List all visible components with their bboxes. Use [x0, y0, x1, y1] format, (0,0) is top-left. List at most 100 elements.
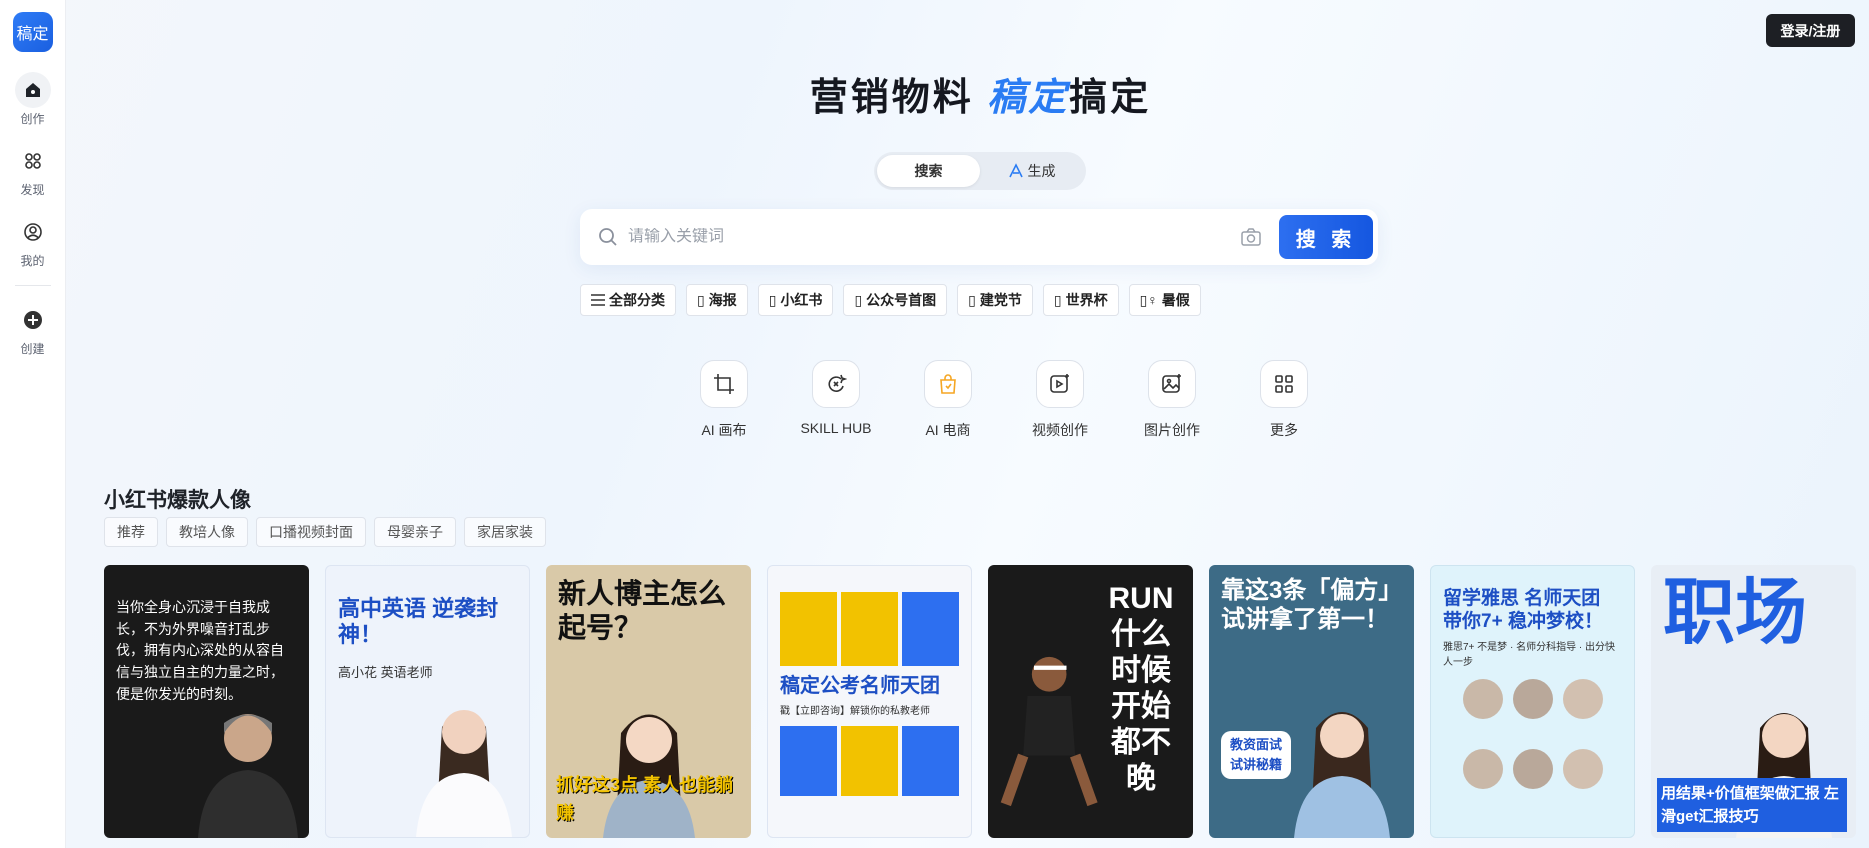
- avatar: [1512, 748, 1553, 789]
- portrait-row: [1443, 678, 1622, 719]
- portrait-tile: [902, 725, 959, 796]
- tag-mother-baby[interactable]: 母婴亲子: [374, 517, 456, 547]
- title-accent: 稿定: [987, 77, 1070, 119]
- sidebar-item-new[interactable]: 创建: [15, 302, 51, 357]
- search-button[interactable]: 搜 索: [1279, 215, 1373, 259]
- category-chips: 全部分类 ▯ 海报 ▯ 小红书 ▯ 公众号首图 ▯ 建党节 ▯ 世界杯 ▯♀ 暑假: [580, 284, 1201, 316]
- tool-video[interactable]: 视频创作: [1004, 360, 1116, 440]
- search-input[interactable]: [628, 228, 1231, 246]
- template-card[interactable]: 稿定公考名师天团 戳【立即咨询】解锁你的私教老师: [767, 565, 972, 838]
- tag-education-portrait[interactable]: 教培人像: [166, 517, 248, 547]
- plus-icon: [15, 302, 51, 338]
- avatar: [1462, 678, 1503, 719]
- chip-all-categories[interactable]: 全部分类: [580, 284, 676, 316]
- chip-glyph-icon: ▯: [1053, 291, 1062, 308]
- card-title: 职场: [1663, 573, 1808, 653]
- card-text: 戳【立即咨询】解锁你的私教老师: [780, 706, 930, 717]
- tool-label: AI 画布: [701, 422, 747, 438]
- avatar: [1562, 748, 1603, 789]
- tool-image[interactable]: 图片创作: [1116, 360, 1228, 440]
- template-card[interactable]: 当你全身心沉浸于自我成长，不为外界噪音打乱步伐，拥有内心深处的从容自信与独立自主…: [104, 565, 309, 838]
- chip-label: 公众号首图: [866, 292, 937, 308]
- chip-label: 世界杯: [1065, 292, 1108, 308]
- search-icon: [599, 228, 617, 246]
- card-text: 高小花 英语老师: [338, 664, 433, 680]
- section-title: 小红书爆款人像: [104, 489, 251, 512]
- template-card[interactable]: RUN 什么时候 开始 都不晚: [988, 565, 1193, 838]
- tool-label: AI 电商: [925, 422, 971, 438]
- avatar: [1512, 678, 1553, 719]
- portrait-row: [780, 725, 959, 796]
- tab-search[interactable]: 搜索: [877, 155, 980, 187]
- portrait-tile: [841, 592, 898, 666]
- sparkle-icon: [1008, 163, 1023, 178]
- tool-row: AI 画布 SKILL HUB AI 电商 视频创作 图片创作 更多: [668, 360, 1340, 440]
- chip-label: 建党节: [979, 292, 1022, 308]
- avatar: [1462, 748, 1503, 789]
- chip-xiaohongshu[interactable]: ▯ 小红书: [757, 284, 834, 316]
- logo-text: 稿定: [16, 26, 49, 43]
- canvas-icon: [700, 360, 748, 408]
- template-card[interactable]: 高中英语 逆袭封神！ 高小花 英语老师: [325, 565, 530, 838]
- chip-label: 全部分类: [609, 292, 665, 308]
- title-part-a: 营销物料: [809, 77, 988, 119]
- sidebar-item-label: 创建: [20, 342, 45, 356]
- shopping-bag-icon: [924, 360, 972, 408]
- portrait-tile: [780, 725, 837, 796]
- login-button[interactable]: 登录/注册: [1766, 14, 1855, 47]
- tab-generate[interactable]: 生成: [980, 155, 1083, 187]
- app-logo[interactable]: 稿定: [12, 12, 53, 52]
- user-icon: [15, 214, 51, 250]
- sidebar-item-discover[interactable]: 发现: [15, 143, 51, 198]
- portrait-tile: [841, 725, 898, 796]
- menu-icon: [591, 294, 605, 306]
- template-card[interactable]: 新人博主怎么起号？ 抓好这3点 素人也能躺赚: [546, 565, 751, 838]
- grid-icon: [1260, 360, 1308, 408]
- chip-world-cup[interactable]: ▯ 世界杯: [1042, 284, 1119, 316]
- sidebar-item-label: 我的: [20, 254, 45, 268]
- discover-icon: [15, 143, 51, 179]
- tool-more[interactable]: 更多: [1228, 360, 1340, 440]
- person-illustration: [197, 714, 298, 838]
- chip-wechat-cover[interactable]: ▯ 公众号首图: [843, 284, 948, 316]
- tag-recommended[interactable]: 推荐: [104, 517, 158, 547]
- sidebar-item-mine[interactable]: 我的: [15, 214, 51, 269]
- tool-ai-canvas[interactable]: AI 画布: [668, 360, 780, 440]
- tool-skill-hub[interactable]: SKILL HUB: [780, 360, 892, 440]
- avatar: [1562, 678, 1603, 719]
- section-tags: 推荐 教培人像 口播视频封面 母婴亲子 家居家装: [104, 517, 546, 547]
- tag-home-decor[interactable]: 家居家装: [464, 517, 546, 547]
- card-title: 靠这3条「偏方」试讲拿了第一！: [1221, 577, 1391, 633]
- chip-summer[interactable]: ▯♀ 暑假: [1128, 284, 1201, 316]
- chip-glyph-icon: ▯: [768, 291, 777, 308]
- chip-glyph-icon: ▯: [697, 291, 705, 308]
- camera-icon[interactable]: [1231, 217, 1271, 257]
- portrait-row: [780, 592, 959, 666]
- chip-poster[interactable]: ▯ 海报: [686, 284, 748, 316]
- tool-ai-ecommerce[interactable]: AI 电商: [892, 360, 1004, 440]
- card-title: 高中英语 逆袭封神！: [338, 596, 499, 648]
- tool-label: 更多: [1270, 422, 1298, 438]
- tool-label: 视频创作: [1032, 422, 1088, 438]
- card-title: 新人博主怎么起号？: [558, 578, 727, 643]
- template-card[interactable]: 职场 用结果+价值框架做汇报 左滑get汇报技巧: [1651, 565, 1856, 838]
- skill-icon: [812, 360, 860, 408]
- portrait-tile: [780, 592, 837, 666]
- chip-glyph-icon: ▯: [968, 291, 976, 308]
- portrait-tile: [902, 592, 959, 666]
- page-title: 营销物料 稿定搞定: [0, 66, 1869, 121]
- search-box: 搜 索: [580, 209, 1378, 265]
- sidebar-item-label: 发现: [20, 183, 45, 197]
- image-icon: [1148, 360, 1196, 408]
- card-text: 用结果+价值框架做汇报 左滑get汇报技巧: [1657, 777, 1847, 832]
- template-card[interactable]: 靠这3条「偏方」试讲拿了第一！ 教资面试 试讲秘籍: [1209, 565, 1414, 838]
- chip-glyph-icon: ▯: [854, 291, 863, 308]
- card-title: 稿定公考名师天团: [780, 675, 940, 697]
- card-text: 雅思7+ 不是梦 · 名师分科指导 · 出分快人一步: [1443, 641, 1615, 669]
- title-part-b: 搞定: [1069, 77, 1152, 119]
- chip-party-day[interactable]: ▯ 建党节: [957, 284, 1033, 316]
- mode-toggle: 搜索 生成: [874, 152, 1086, 190]
- chip-label: 小红书: [780, 292, 823, 308]
- tag-video-cover[interactable]: 口播视频封面: [256, 517, 366, 547]
- template-card[interactable]: 留学雅思 名师天团 带你7+ 稳冲梦校！ 雅思7+ 不是梦 · 名师分科指导 ·…: [1430, 565, 1635, 838]
